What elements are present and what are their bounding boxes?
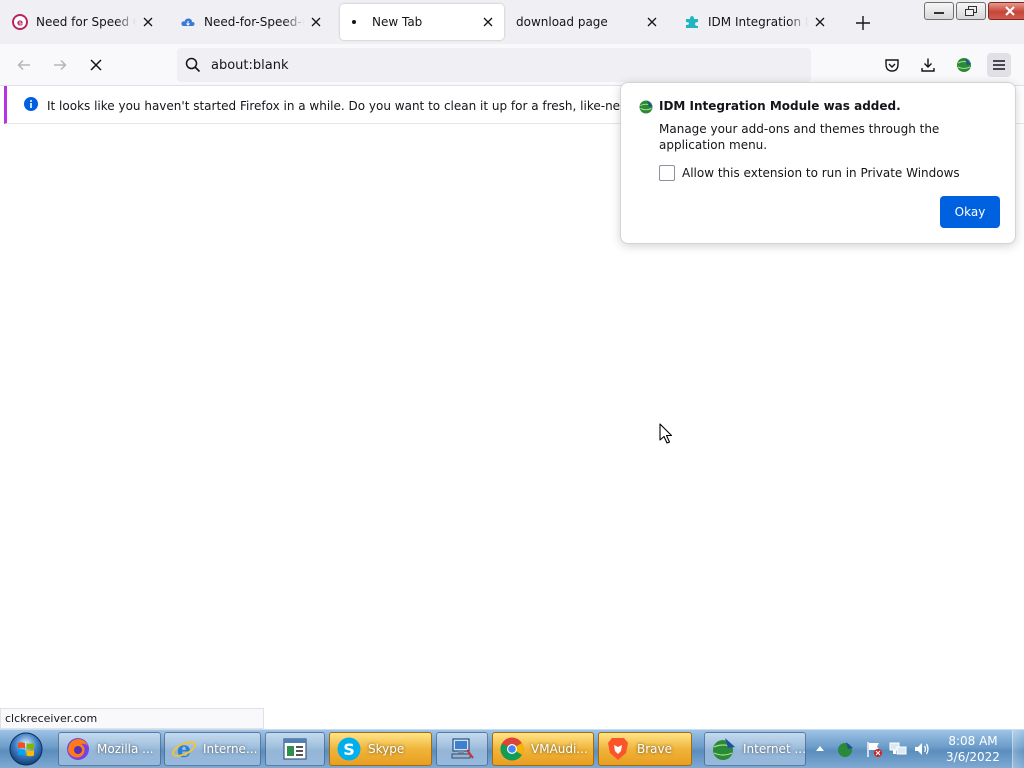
new-tab-button[interactable]	[852, 12, 874, 34]
action-center-flag-icon[interactable]	[865, 740, 883, 758]
pocket-icon	[885, 59, 899, 72]
close-tab-icon[interactable]	[812, 14, 828, 30]
close-tab-icon[interactable]	[644, 14, 660, 30]
nfs-favicon-icon: e	[12, 14, 28, 30]
system-clock[interactable]: 8:08 AM 3/6/2022	[938, 733, 1008, 765]
taskbar-document-window[interactable]	[265, 732, 325, 766]
restore-button[interactable]	[956, 2, 986, 20]
application-menu-button[interactable]	[987, 53, 1011, 77]
task-label: Internet ...	[743, 742, 806, 756]
back-arrow-icon	[17, 59, 30, 71]
tab-download-page[interactable]: download page	[508, 4, 668, 40]
download-icon	[921, 58, 935, 72]
idm-globe-icon	[957, 58, 971, 72]
cloud-favicon-icon	[180, 14, 196, 30]
svg-text:S: S	[343, 740, 355, 759]
start-button[interactable]	[5, 731, 47, 767]
forward-arrow-icon	[54, 59, 67, 71]
skype-icon: S	[336, 736, 362, 762]
taskbar-skype[interactable]: S Skype	[329, 732, 432, 766]
search-icon	[185, 57, 201, 73]
taskbar-firefox[interactable]: Mozilla ...	[58, 732, 161, 766]
idm-extension-button[interactable]	[952, 53, 976, 77]
taskbar-brave[interactable]: Brave	[598, 732, 692, 766]
private-windows-label[interactable]: Allow this extension to run in Private W…	[682, 166, 960, 180]
navigation-toolbar	[0, 44, 1024, 86]
back-button[interactable]	[12, 53, 36, 77]
downloads-button[interactable]	[916, 53, 940, 77]
private-windows-option[interactable]: Allow this extension to run in Private W…	[659, 164, 960, 182]
tab-strip: e Need for Speed Carbon Need-for-Speed-C…	[0, 0, 1024, 44]
brave-icon	[605, 736, 631, 762]
tray-idm-icon[interactable]	[836, 740, 854, 758]
tab-title: Need-for-Speed-Carbon	[204, 15, 304, 29]
firefox-icon	[65, 736, 91, 762]
tab-need-for-speed-carbon[interactable]: e Need for Speed Carbon	[4, 4, 164, 40]
task-label: Interne...	[203, 742, 258, 756]
taskbar-network-computer[interactable]	[436, 732, 488, 766]
okay-button[interactable]: Okay	[940, 196, 1000, 228]
url-input[interactable]	[211, 55, 791, 75]
task-label: VMAudi...	[531, 742, 588, 756]
idm-puzzle-icon	[684, 14, 700, 30]
network-icon[interactable]	[889, 740, 907, 758]
tab-need-for-speed-carbon-2[interactable]: Need-for-Speed-Carbon	[172, 4, 332, 40]
svg-text:e: e	[17, 19, 23, 29]
network-computer-icon	[449, 736, 475, 762]
info-icon	[24, 97, 38, 111]
minimize-button[interactable]	[924, 2, 954, 20]
notification-message: It looks like you haven't started Firefo…	[47, 99, 719, 113]
loading-dot-icon	[348, 14, 364, 30]
internet-explorer-icon: e	[171, 736, 197, 762]
close-tab-icon[interactable]	[308, 14, 324, 30]
hamburger-menu-icon	[993, 60, 1005, 70]
window-close-button[interactable]	[988, 2, 1024, 20]
document-window-icon	[282, 736, 308, 762]
tab-new-tab[interactable]: New Tab	[340, 4, 504, 40]
pocket-button[interactable]	[880, 53, 904, 77]
task-label: Skype	[368, 742, 405, 756]
close-tab-icon[interactable]	[140, 14, 156, 30]
volume-icon[interactable]	[913, 740, 931, 758]
minimize-icon	[934, 12, 944, 14]
popup-title: IDM Integration Module was added.	[659, 99, 901, 113]
taskbar-chrome-vmaudio[interactable]: VMAudi...	[492, 732, 594, 766]
window-controls	[924, 2, 1024, 20]
svg-text:e: e	[177, 737, 191, 762]
tab-title: Need for Speed Carbon	[36, 15, 136, 29]
restore-icon	[965, 6, 977, 16]
idm-globe-icon	[711, 736, 737, 762]
forward-button[interactable]	[48, 53, 72, 77]
close-tab-icon[interactable]	[480, 14, 496, 30]
chrome-icon	[499, 736, 525, 762]
idm-globe-icon	[638, 99, 654, 115]
mouse-cursor-icon	[659, 423, 673, 444]
stop-icon	[90, 59, 102, 71]
windows-start-orb-icon	[9, 732, 43, 766]
clock-time: 8:08 AM	[948, 734, 998, 748]
status-panel: clckreceiver.com	[0, 708, 264, 729]
show-hidden-icons-icon[interactable]	[814, 743, 826, 753]
show-desktop-button[interactable]	[1012, 730, 1024, 768]
taskbar-internet-download-manager[interactable]: Internet ...	[704, 732, 806, 766]
stop-button[interactable]	[84, 53, 108, 77]
url-bar[interactable]	[177, 48, 811, 82]
tab-title: New Tab	[372, 15, 423, 29]
windows-taskbar: Mozilla ... e Interne... S Skype VMAudi.…	[0, 729, 1024, 768]
clock-date: 3/6/2022	[946, 750, 1000, 764]
taskbar-internet-explorer[interactable]: e Interne...	[164, 732, 261, 766]
addon-installed-popup: IDM Integration Module was added. Manage…	[620, 82, 1016, 244]
popup-description: Manage your add-ons and themes through t…	[659, 122, 940, 152]
tab-title: download page	[516, 15, 608, 29]
task-label: Mozilla ...	[97, 742, 154, 756]
close-icon	[1005, 6, 1015, 16]
task-label: Brave	[637, 742, 673, 756]
private-windows-checkbox[interactable]	[659, 165, 675, 181]
tab-idm-integration-module[interactable]: IDM Integration Module	[676, 4, 836, 40]
plus-icon	[856, 16, 870, 30]
tab-title: IDM Integration Module	[708, 15, 808, 29]
